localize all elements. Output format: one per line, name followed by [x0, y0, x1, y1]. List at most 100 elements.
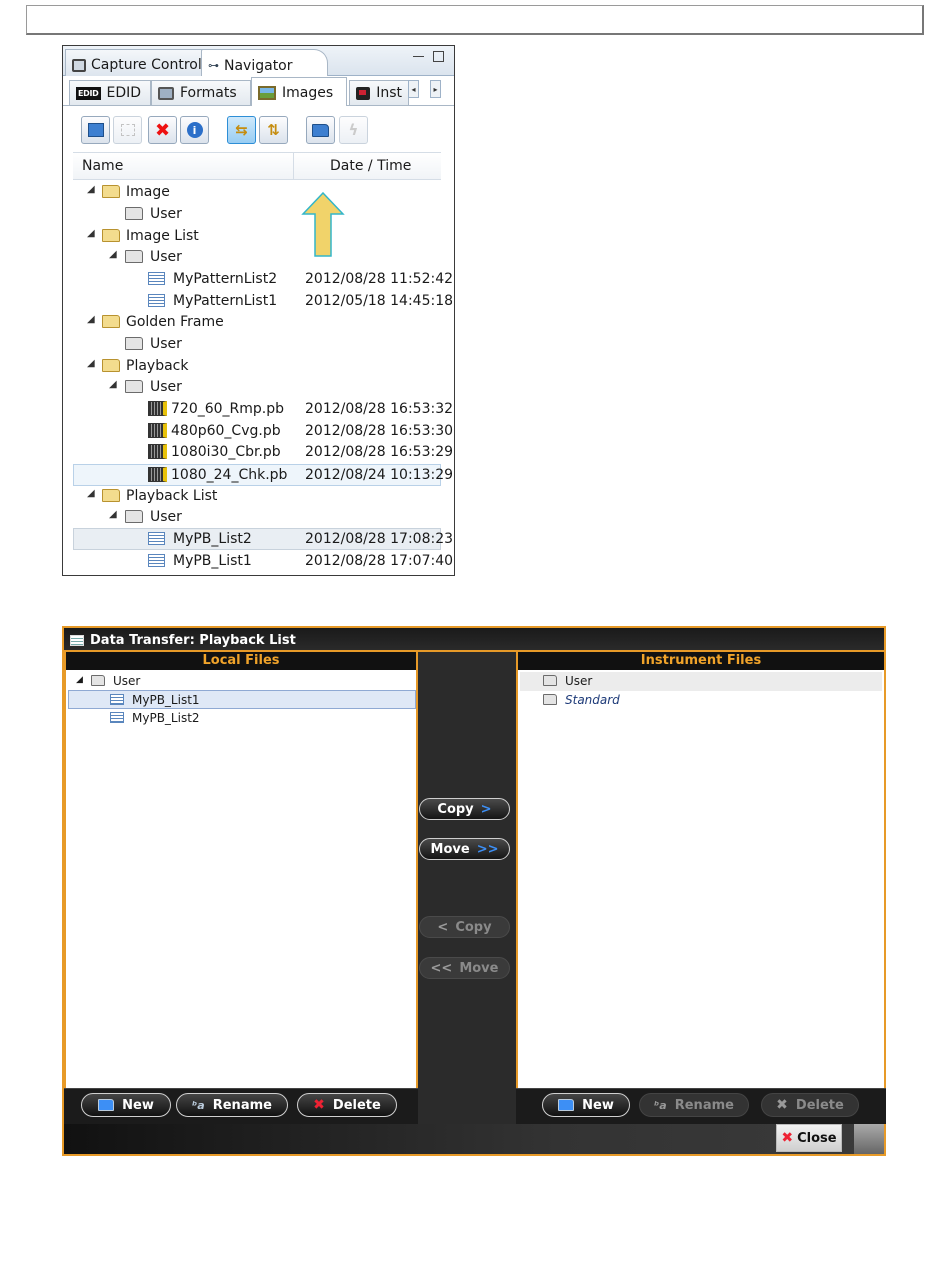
list-file-icon — [148, 294, 165, 307]
playback-file-icon — [148, 467, 167, 482]
expand-arrow-icon[interactable]: ◢ — [109, 249, 117, 260]
tree-item-image-list[interactable]: ◢ Image List — [73, 226, 441, 247]
copy-to-instrument-button[interactable]: Copy > — [419, 798, 510, 820]
move-label: Move — [430, 841, 470, 857]
tree-item-user[interactable]: ◢ User — [73, 377, 441, 398]
expand-arrow-icon[interactable]: ◢ — [87, 184, 95, 195]
lightning-icon: ϟ — [348, 121, 359, 139]
local-item-label: MyPB_List2 — [132, 711, 200, 725]
tree-item-file[interactable]: MyPatternList2 2012/08/28 11:52:42 — [73, 269, 453, 290]
column-date[interactable]: Date / Time — [293, 153, 441, 180]
copy-to-local-button[interactable]: < Copy — [419, 916, 510, 938]
tab-instrument[interactable]: Inst — [349, 80, 409, 106]
local-item-label: MyPB_List1 — [132, 693, 200, 707]
transfer-button[interactable]: ⇆ — [227, 116, 256, 144]
maximize-icon[interactable] — [433, 51, 444, 62]
playback-file-icon — [148, 401, 167, 416]
tab-navigator[interactable]: ⊶ Navigator — [201, 49, 328, 77]
folder-icon — [125, 337, 143, 350]
minimize-icon[interactable] — [413, 56, 424, 67]
expand-arrow-icon[interactable]: ◢ — [87, 314, 95, 325]
expand-arrow-icon[interactable]: ◢ — [87, 228, 95, 239]
tree-item-file[interactable]: 1080i30_Cbr.pb 2012/08/28 16:53:29 — [73, 442, 453, 463]
expand-arrow-icon[interactable]: ◢ — [109, 509, 117, 520]
tree-item-file-selected[interactable]: 1080_24_Chk.pb 2012/08/24 10:13:29 — [73, 464, 453, 486]
tree-item-file[interactable]: MyPB_List1 2012/08/28 17:07:40 — [73, 551, 453, 572]
tree-item-date: 2012/08/24 10:13:29 — [305, 467, 454, 483]
close-button[interactable]: ✖ Close — [776, 1124, 842, 1152]
tab-scroll-left-icon[interactable]: ◂ — [408, 80, 419, 98]
tree-item-image[interactable]: ◢ Image — [73, 182, 441, 203]
transfer-arrows-icon: ⇆ — [235, 121, 248, 139]
instrument-delete-button[interactable]: ✖ Delete — [761, 1093, 859, 1117]
local-item-user[interactable]: ◢ User — [72, 672, 412, 691]
tree-item-user[interactable]: ◢ User — [73, 247, 441, 268]
tree-item-golden-frame[interactable]: ◢ Golden Frame — [73, 312, 441, 333]
open-folder-button[interactable] — [306, 116, 335, 144]
new-label: New — [582, 1097, 614, 1113]
expand-arrow-icon[interactable]: ◢ — [87, 488, 95, 499]
column-name[interactable]: Name — [82, 158, 123, 174]
tree-item-label: User — [150, 509, 182, 525]
tree-item-label: 480p60_Cvg.pb — [171, 423, 281, 439]
folder-icon — [125, 250, 143, 263]
double-chevron-right-icon: >> — [476, 841, 499, 857]
flash-button[interactable]: ϟ — [339, 116, 368, 144]
tree-item-date: 2012/08/28 17:08:23 — [305, 531, 454, 547]
instrument-item-user[interactable]: User — [520, 672, 882, 691]
capture-icon — [72, 58, 86, 72]
local-item[interactable]: MyPB_List2 — [68, 709, 416, 728]
local-new-button[interactable]: New — [81, 1093, 171, 1117]
instrument-rename-button[interactable]: ᵇa Rename — [639, 1093, 749, 1117]
tree-item-user[interactable]: User — [73, 334, 441, 355]
move-to-instrument-button[interactable]: Move >> — [419, 838, 510, 860]
tree-item-playback[interactable]: ◢ Playback — [73, 356, 441, 377]
tab-capture-control[interactable]: Capture Control — [65, 49, 211, 76]
tab-scroll-right-icon[interactable]: ▸ — [430, 80, 441, 98]
move-to-local-button[interactable]: << Move — [419, 957, 510, 979]
list-icon — [70, 635, 84, 646]
expand-arrow-icon[interactable]: ◢ — [87, 358, 95, 369]
tree-item-label: MyPatternList1 — [173, 293, 278, 309]
expand-arrow-icon[interactable]: ◢ — [109, 379, 117, 390]
delete-label: Delete — [795, 1097, 844, 1113]
select-icon — [120, 124, 135, 136]
select-button[interactable] — [113, 116, 142, 144]
local-rename-button[interactable]: ᵇa Rename — [176, 1093, 288, 1117]
playback-file-icon — [148, 423, 167, 438]
folder-icon — [91, 675, 105, 686]
rename-label: Rename — [674, 1097, 734, 1113]
dialog-titlebar: Data Transfer: Playback List — [64, 628, 884, 650]
local-item-selected[interactable]: MyPB_List1 — [68, 690, 416, 709]
tree-item-file[interactable]: 720_60_Rmp.pb 2012/08/28 16:53:32 — [73, 399, 453, 420]
import-button[interactable] — [81, 116, 110, 144]
info-button[interactable]: i — [180, 116, 209, 144]
tab-label: EDID — [106, 85, 142, 101]
instrument-item-standard[interactable]: Standard — [520, 691, 882, 710]
expand-arrow-icon[interactable]: ◢ — [76, 675, 83, 685]
delete-button[interactable]: ✖ — [148, 116, 177, 144]
tree-item-user[interactable]: User — [73, 204, 441, 225]
import-icon — [87, 123, 104, 137]
tab-formats[interactable]: Formats — [151, 80, 251, 106]
local-delete-button[interactable]: ✖ Delete — [297, 1093, 397, 1117]
sync-button[interactable]: ⇅ — [259, 116, 288, 144]
image-icon — [258, 85, 276, 100]
tab-label: Navigator — [224, 57, 293, 74]
delete-x-icon: ✖ — [776, 1097, 788, 1113]
tree-item-file[interactable]: MyPatternList1 2012/05/18 14:45:18 — [73, 291, 453, 312]
folder-open-icon — [102, 315, 120, 328]
tree-item-file[interactable]: 480p60_Cvg.pb 2012/08/28 16:53:30 — [73, 421, 453, 442]
tab-images[interactable]: Images — [251, 77, 347, 107]
tree-item-playback-list[interactable]: ◢ Playback List — [73, 486, 441, 507]
list-file-icon — [110, 694, 124, 705]
list-file-icon — [148, 272, 165, 285]
tree-item-file-hover[interactable]: MyPB_List2 2012/08/28 17:08:23 — [73, 528, 453, 550]
instrument-files-pane: Instrument Files User Standard — [516, 650, 886, 1090]
tree-item-user[interactable]: ◢ User — [73, 507, 441, 528]
navigator-sub-tabs: EDID EDID Formats Images Inst ◂ ▸ — [63, 76, 454, 107]
tab-edid[interactable]: EDID EDID — [69, 80, 151, 106]
resize-grip[interactable] — [854, 1124, 884, 1154]
instrument-new-button[interactable]: New — [542, 1093, 630, 1117]
tab-label: Inst — [376, 85, 402, 101]
